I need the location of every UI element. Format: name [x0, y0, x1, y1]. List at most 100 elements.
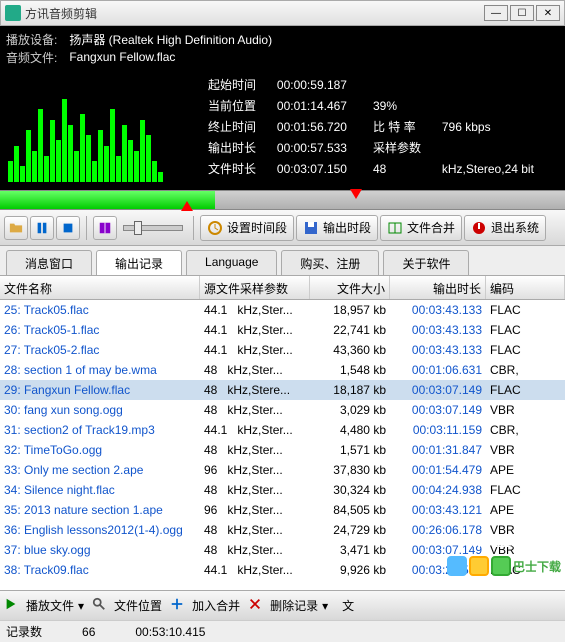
- bottom-toolbar: 播放文件▾ 文件位置 加入合并 删除记录▾ 文: [0, 590, 565, 620]
- cell-sample: 44.1 kHz,Ster...: [200, 321, 310, 339]
- tab-about[interactable]: 关于软件: [383, 250, 469, 275]
- cell-size: 18,957 kb: [310, 301, 390, 319]
- record-count-value: 66: [82, 625, 95, 639]
- cell-sample: 44.1 kHz,Ster...: [200, 421, 310, 439]
- table-row[interactable]: 38: Track09.flac44.1 kHz,Ster...9,926 kb…: [0, 560, 565, 580]
- table-row[interactable]: 36: English lessons2012(1-4).ogg48 kHz,S…: [0, 520, 565, 540]
- col-filename[interactable]: 文件名称: [0, 276, 200, 299]
- tab-message-window[interactable]: 消息窗口: [6, 250, 92, 275]
- table-row[interactable]: 33: Only me section 2.ape96 kHz,Ster...3…: [0, 460, 565, 480]
- col-encoding[interactable]: 编码: [486, 276, 565, 299]
- separator: [86, 216, 87, 240]
- separator: [193, 216, 194, 240]
- cell-duration: 00:01:06.631: [390, 361, 486, 379]
- sample-value: 48: [369, 158, 438, 179]
- close-button[interactable]: ✕: [536, 5, 560, 21]
- start-marker-icon[interactable]: [181, 201, 193, 211]
- cell-sample: 48 kHz,Ster...: [200, 541, 310, 559]
- file-dur-value: 00:03:07.150: [273, 158, 369, 179]
- open-button[interactable]: [4, 216, 28, 240]
- timeline[interactable]: [0, 190, 565, 210]
- cell-sample: 48 kHz,Ster...: [200, 441, 310, 459]
- cell-filename: 29: Fangxun Fellow.flac: [0, 381, 200, 399]
- cell-size: 84,505 kb: [310, 501, 390, 519]
- tab-output-log[interactable]: 输出记录: [96, 250, 182, 275]
- cell-size: 18,187 kb: [310, 381, 390, 399]
- cell-encoding: CBR,: [486, 361, 565, 379]
- tab-buy-register[interactable]: 购买、注册: [281, 250, 379, 275]
- col-duration[interactable]: 输出时长: [390, 276, 486, 299]
- cell-encoding: CBR,: [486, 421, 565, 439]
- cell-encoding: FLAC: [486, 561, 565, 579]
- current-pos-label: 当前位置: [204, 95, 273, 116]
- title-bar: 方讯音频剪辑 — ☐ ✕: [0, 0, 565, 26]
- start-time-value: 00:00:59.187: [273, 74, 369, 95]
- table-row[interactable]: 34: Silence night.flac48 kHz,Ster...30,3…: [0, 480, 565, 500]
- table-row[interactable]: 27: Track05-2.flac44.1 kHz,Ster...43,360…: [0, 340, 565, 360]
- cell-filename: 25: Track05.flac: [0, 301, 200, 319]
- audio-file-label: 音频文件:: [6, 49, 57, 66]
- merge-button[interactable]: 文件合并: [380, 215, 462, 241]
- pause-button[interactable]: [30, 216, 54, 240]
- cell-sample: 48 kHz,Ster...: [200, 521, 310, 539]
- cell-duration: 00:03:43.133: [390, 321, 486, 339]
- volume-slider[interactable]: [123, 225, 183, 231]
- cell-encoding: FLAC: [486, 341, 565, 359]
- set-range-button[interactable]: 设置时间段: [200, 215, 294, 241]
- vu-meter: [4, 74, 204, 186]
- table-row[interactable]: 32: TimeToGo.ogg48 kHz,Ster...1,571 kb00…: [0, 440, 565, 460]
- slider-thumb[interactable]: [134, 221, 142, 235]
- cell-filename: 27: Track05-2.flac: [0, 341, 200, 359]
- cell-size: 30,324 kb: [310, 481, 390, 499]
- table-row[interactable]: 26: Track05-1.flac44.1 kHz,Ster...22,741…: [0, 320, 565, 340]
- table-row[interactable]: 37: blue sky.ogg48 kHz,Ster...3,471 kb00…: [0, 540, 565, 560]
- table-row[interactable]: 29: Fangxun Fellow.flac48 kHz,Stere...18…: [0, 380, 565, 400]
- cell-duration: 00:03:07.149: [390, 381, 486, 399]
- cell-size: 9,926 kb: [310, 561, 390, 579]
- end-time-label: 终止时间: [204, 116, 273, 137]
- window-title: 方讯音频剪辑: [25, 5, 482, 22]
- cell-encoding: APE: [486, 501, 565, 519]
- file-list[interactable]: 25: Track05.flac44.1 kHz,Ster...18,957 k…: [0, 300, 565, 590]
- cell-size: 22,741 kb: [310, 321, 390, 339]
- cell-sample: 44.1 kHz,Ster...: [200, 561, 310, 579]
- cell-encoding: FLAC: [486, 301, 565, 319]
- cell-sample: 48 kHz,Stere...: [200, 381, 310, 399]
- cell-sample: 44.1 kHz,Ster...: [200, 301, 310, 319]
- cell-sample: 48 kHz,Ster...: [200, 361, 310, 379]
- table-row[interactable]: 28: section 1 of may be.wma48 kHz,Ster..…: [0, 360, 565, 380]
- set-range-label: 设置时间段: [227, 219, 287, 236]
- exit-button[interactable]: 退出系统: [464, 215, 546, 241]
- cell-encoding: VBR: [486, 521, 565, 539]
- end-marker-icon[interactable]: [350, 189, 362, 199]
- current-pos-value: 00:01:14.467: [273, 95, 369, 116]
- bitrate-value: 796 kbps: [438, 116, 561, 137]
- cell-sample: 96 kHz,Ster...: [200, 501, 310, 519]
- output-dur-label: 输出时长: [204, 137, 273, 158]
- table-row[interactable]: 35: 2013 nature section 1.ape96 kHz,Ster…: [0, 500, 565, 520]
- table-row[interactable]: 31: section2 of Track19.mp344.1 kHz,Ster…: [0, 420, 565, 440]
- progress-percent: 39%: [369, 95, 438, 116]
- book-button[interactable]: [93, 216, 117, 240]
- list-header: 文件名称 源文件采样参数 文件大小 输出时长 编码: [0, 276, 565, 300]
- table-row[interactable]: 25: Track05.flac44.1 kHz,Ster...18,957 k…: [0, 300, 565, 320]
- minimize-button[interactable]: —: [484, 5, 508, 21]
- col-sample[interactable]: 源文件采样参数: [200, 276, 310, 299]
- table-row[interactable]: 30: fang xun song.ogg48 kHz,Ster...3,029…: [0, 400, 565, 420]
- export-range-button[interactable]: 输出时段: [296, 215, 378, 241]
- cell-duration: 00:01:54.479: [390, 461, 486, 479]
- stop-button[interactable]: [56, 216, 80, 240]
- cell-encoding: APE: [486, 461, 565, 479]
- status-bar: 记录数 66 00:53:10.415: [0, 620, 565, 642]
- tab-language[interactable]: Language: [186, 250, 277, 275]
- tab-bar: 消息窗口 输出记录 Language 购买、注册 关于软件: [0, 246, 565, 276]
- exit-label: 退出系统: [491, 219, 539, 236]
- audio-file-value: Fangxun Fellow.flac: [69, 50, 175, 64]
- info-panel: 起始时间00:00:59.187 当前位置00:01:14.46739% 终止时…: [0, 70, 565, 190]
- cell-duration: 00:04:24.938: [390, 481, 486, 499]
- col-size[interactable]: 文件大小: [310, 276, 390, 299]
- bitrate-label: 比 特 率: [369, 116, 438, 137]
- cell-filename: 26: Track05-1.flac: [0, 321, 200, 339]
- maximize-button[interactable]: ☐: [510, 5, 534, 21]
- cell-size: 1,548 kb: [310, 361, 390, 379]
